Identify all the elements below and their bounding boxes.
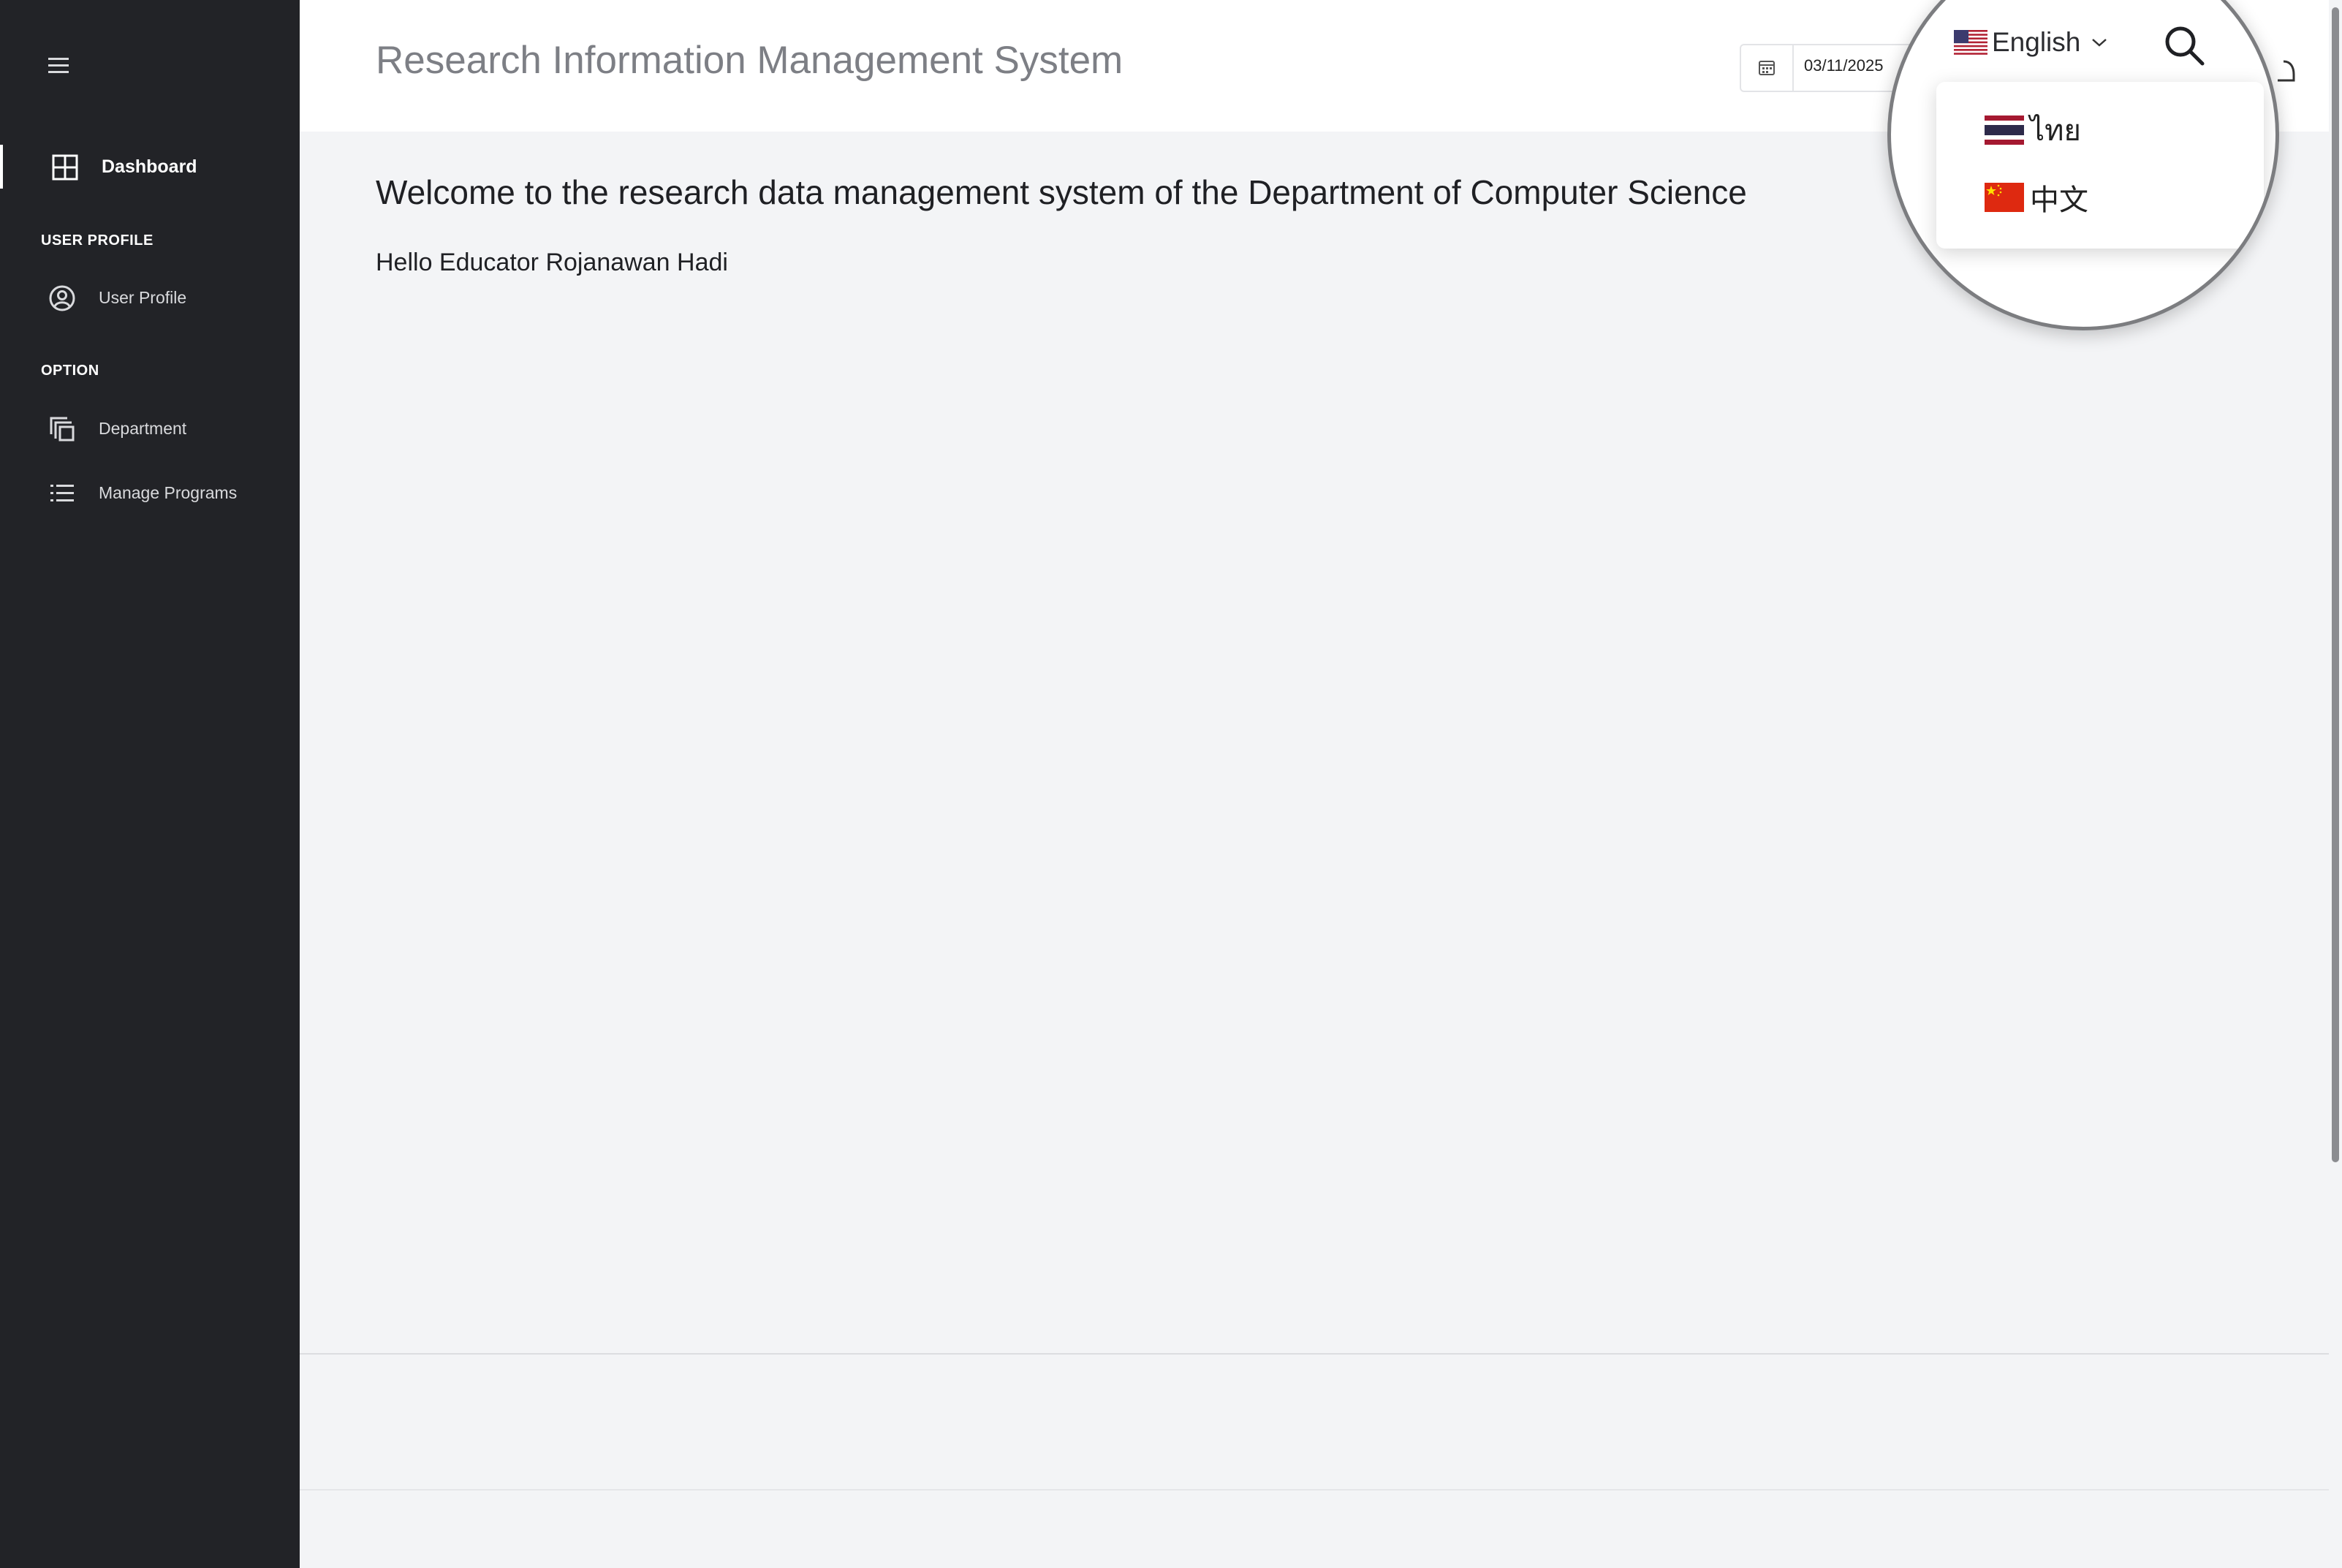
- language-selector[interactable]: English: [1954, 24, 2108, 61]
- hamburger-icon: [48, 58, 69, 73]
- vertical-scrollbar[interactable]: [2329, 0, 2342, 1568]
- copy-icon: [50, 417, 75, 442]
- language-dropdown-menu: ไทย 中文: [1936, 82, 2264, 249]
- sidebar-item-label: Department: [99, 418, 187, 438]
- language-option-label: ไทย: [2030, 115, 2081, 147]
- scrollbar-thumb[interactable]: [2332, 7, 2339, 1162]
- language-option-chinese[interactable]: 中文: [1985, 175, 2088, 219]
- china-flag-icon: [1985, 183, 2024, 212]
- zoom-lens: English ไทย 中文: [1887, 0, 2279, 330]
- page-title: Research Information Management System: [376, 39, 1123, 82]
- calendar-icon: [1759, 61, 1775, 75]
- calendar-button[interactable]: [1741, 45, 1794, 91]
- greeting-text: Hello Educator Rojanawan Hadi: [376, 249, 728, 276]
- sidebar-item-dashboard[interactable]: Dashboard: [0, 145, 300, 189]
- sidebar-item-user-profile[interactable]: User Profile: [0, 276, 300, 319]
- us-flag-icon: [1954, 30, 1987, 55]
- current-language-label: English: [1992, 27, 2081, 57]
- language-option-label: 中文: [2030, 184, 2088, 216]
- sidebar-item-department[interactable]: Department: [0, 406, 300, 450]
- sidebar-item-label: Manage Programs: [99, 482, 238, 502]
- language-option-thai[interactable]: ไทย: [1985, 108, 2081, 152]
- chevron-down-icon: [2092, 39, 2107, 47]
- section-heading-option: OPTION: [41, 363, 99, 379]
- sidebar-item-manage-programs[interactable]: Manage Programs: [0, 471, 300, 515]
- thai-flag-icon: [1985, 115, 2024, 145]
- search-button[interactable]: [2163, 24, 2207, 68]
- menu-toggle-button[interactable]: [45, 53, 72, 79]
- sidebar-item-label: User Profile: [99, 287, 187, 307]
- section-heading-user-profile: USER PROFILE: [41, 232, 154, 249]
- search-icon: [2165, 26, 2205, 66]
- list-icon: [50, 485, 74, 501]
- welcome-heading: Welcome to the research data management …: [376, 173, 1747, 211]
- user-circle-icon: [49, 285, 75, 311]
- footer: [300, 1353, 2342, 1491]
- sidebar-item-label: Dashboard: [102, 156, 197, 177]
- grid-icon: [52, 154, 78, 181]
- sidebar: Dashboard USER PROFILE User Profile OPTI…: [0, 0, 300, 1568]
